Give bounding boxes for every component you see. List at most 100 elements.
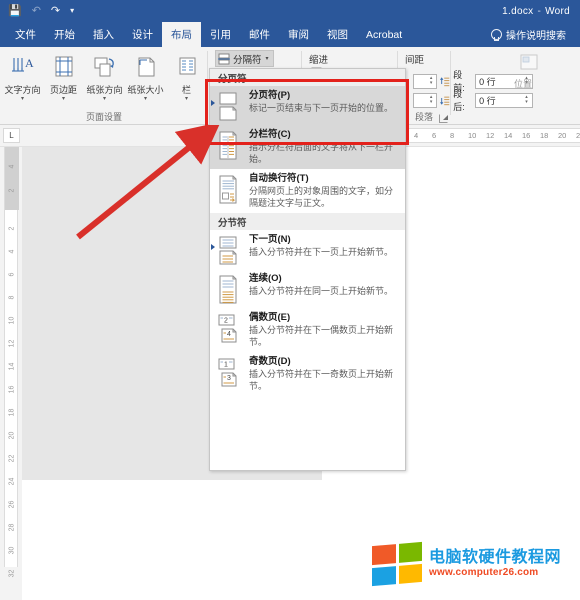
tab-stop-selector[interactable]: L — [3, 128, 20, 143]
page-break-icon — [219, 92, 237, 121]
redo-icon[interactable]: ↷ — [51, 5, 60, 17]
menu-item-text: 奇数页(D) 插入分节符并在下一奇数页上开始新节。 — [249, 356, 400, 392]
columns-label: 栏 — [181, 85, 191, 95]
orientation-label: 纸张方向 — [86, 85, 123, 95]
ruler-tick: 6 — [432, 131, 437, 140]
even-page-section-icon: 24 — [218, 314, 237, 343]
tell-me-label: 操作说明搜索 — [506, 31, 566, 42]
chevron-down-icon[interactable]: ▾ — [185, 96, 188, 102]
menu-item-text: 分栏符(C) 指示分栏符后面的文字将从下一栏开始。 — [249, 129, 400, 165]
menu-item-title: 奇数页(D) — [249, 356, 291, 367]
logo-tile — [398, 563, 422, 584]
ribbon-tab-3[interactable]: 插入 — [84, 22, 123, 47]
ruler-tick: 18 — [540, 131, 549, 140]
ribbon-tab-label: 审阅 — [288, 29, 309, 41]
ruler-tick: 4 — [414, 131, 419, 140]
vertical-ruler[interactable]: 4 2 2 4 6 8 10 12 14 16 18 20 22 24 26 28 30 32 — [0, 147, 22, 600]
orientation-button[interactable]: 纸张方向 ▾ — [84, 50, 125, 102]
customize-qat-icon[interactable]: ▾ — [70, 7, 74, 15]
text-direction-button[interactable]: A 文字方向 ▾ — [2, 50, 43, 102]
ribbon-tab-10[interactable]: Acrobat — [357, 22, 411, 47]
chevron-down-icon[interactable]: ▾ — [144, 96, 147, 102]
ribbon-group-arrange: 位置 — [452, 47, 580, 125]
save-icon[interactable]: 💾 — [8, 5, 22, 17]
position-icon[interactable] — [518, 53, 540, 80]
menu-item-2-1[interactable]: 下一页(N) 插入分节符并在下一页上开始新节。 — [210, 230, 405, 269]
margins-label: 页边距 — [49, 85, 77, 95]
ruler-tick: 12 — [486, 131, 495, 140]
columns-button[interactable]: 栏 ▾ — [166, 50, 207, 102]
menu-item-2-2[interactable]: 连续(O) 插入分节符并在同一页上开始新节。 — [210, 269, 405, 308]
ribbon-tab-4[interactable]: 设计 — [123, 22, 162, 47]
app-name: Word — [545, 5, 570, 17]
logo-tile — [398, 541, 422, 563]
paragraph-dialog-launcher[interactable] — [439, 114, 448, 123]
margins-button[interactable]: 页边距 ▾ — [43, 50, 84, 102]
menu-item-text: 偶数页(E) 插入分节符并在下一偶数页上开始新节。 — [249, 312, 400, 348]
stepper-arrows-icon[interactable]: ▴ ▾ — [427, 75, 435, 88]
svg-text:1: 1 — [224, 362, 228, 369]
arrange-group-label: 位置 — [514, 79, 533, 89]
ribbon-tab-8[interactable]: 审阅 — [279, 22, 318, 47]
menu-item-icon-wrap — [214, 90, 244, 121]
indent-right-stepper[interactable]: ▴ ▾ — [413, 92, 438, 108]
menu-item-description: 插入分节符并在下一页上开始新节。 — [249, 247, 394, 257]
vertical-ruler-tick: 10 — [8, 316, 16, 325]
menu-item-2-4[interactable]: 1 3 奇数页(D) 插入分节符并在下一奇数页上开始新节。 — [210, 352, 405, 396]
paper-size-button[interactable]: 纸张大小 ▾ — [125, 50, 166, 102]
odd-page-section-icon: 13 — [218, 358, 237, 387]
menu-item-description: 插入分节符并在下一奇数页上开始新节。 — [249, 369, 394, 391]
menu-item-2-3[interactable]: 2 4 偶数页(E) 插入分节符并在下一偶数页上开始新节。 — [210, 308, 405, 352]
chevron-down-icon[interactable]: ▾ — [266, 55, 269, 62]
vertical-ruler-tick: 8 — [8, 295, 16, 300]
svg-text:2: 2 — [224, 318, 228, 325]
menu-item-1-1[interactable]: 分页符(P) 标记一页结束与下一页开始的位置。 — [210, 86, 405, 125]
ribbon-tab-5[interactable]: 布局 — [162, 22, 201, 47]
vertical-ruler-tick: 2 — [8, 226, 16, 231]
vertical-ruler-tick: 16 — [8, 385, 16, 394]
vertical-ruler-tick: 20 — [8, 431, 16, 440]
vertical-ruler-tick: 18 — [8, 408, 16, 417]
ruler-tick: 10 — [468, 131, 477, 140]
chevron-down-icon[interactable]: ▾ — [103, 96, 106, 102]
vertical-ruler-tick: 28 — [8, 523, 16, 532]
spacing-before-icon — [440, 76, 450, 86]
ribbon-tab-2[interactable]: 开始 — [45, 22, 84, 47]
menu-item-title: 分页符(P) — [249, 90, 291, 101]
watermark-logo: 电脑软硬件教程网 www.computer26.com — [372, 541, 562, 587]
group-separator — [450, 51, 451, 115]
ribbon-tab-6[interactable]: 引用 — [201, 22, 240, 47]
tell-me-box[interactable]: 操作说明搜索 — [491, 22, 566, 47]
menu-item-description: 指示分栏符后面的文字将从下一栏开始。 — [249, 142, 394, 164]
chevron-down-icon[interactable]: ▾ — [62, 96, 65, 102]
ribbon-tab-label: 视图 — [327, 29, 348, 41]
ruler-tick: 20 — [558, 131, 567, 140]
menu-item-icon-wrap: 13 — [214, 356, 244, 387]
stepper-arrows-icon[interactable]: ▴ ▾ — [427, 94, 435, 107]
menu-item-icon-wrap: 24 — [214, 312, 244, 343]
menu-item-1-3[interactable]: 自动换行符(T) 分隔网页上的对象周围的文字，如分隔题注文字与正文。 — [210, 169, 405, 213]
vertical-ruler-tick: 24 — [8, 477, 16, 486]
page-setup-buttons: A 文字方向 ▾ 页边距 ▾ 纸张方向 ▾ 纸张大小 ▾ 栏 ▾ — [2, 50, 207, 102]
column-break-icon — [219, 131, 237, 160]
watermark-title: 电脑软硬件教程网 — [429, 549, 562, 566]
svg-text:3: 3 — [227, 375, 231, 382]
ribbon-tab-strip: 文件 开始 插入 设计 布局 引用 邮件 审阅 视图 Acrobat 操作说明搜索 — [0, 22, 580, 47]
continuous-section-icon — [219, 275, 237, 304]
menu-item-title: 分栏符(C) — [249, 129, 291, 140]
ruler-tick: 2 — [576, 131, 580, 140]
breaks-dropdown-menu[interactable]: 分页符 分页符(P) 标记一页结束与下一页开始的位置。 分栏符(C) 指示分栏符后面的文… — [209, 68, 406, 471]
ribbon-tab-label: 引用 — [210, 29, 231, 41]
chevron-down-icon[interactable]: ▾ — [21, 96, 24, 102]
paper-size-label: 纸张大小 — [127, 85, 164, 95]
breaks-button[interactable]: 分隔符 ▾ — [215, 50, 274, 67]
undo-icon[interactable]: ↶ — [32, 5, 41, 17]
ribbon-tab-7[interactable]: 邮件 — [240, 22, 279, 47]
vertical-ruler-tick: 14 — [8, 362, 16, 371]
ribbon-tab-9[interactable]: 视图 — [318, 22, 357, 47]
ribbon-tab-1[interactable]: 文件 — [6, 22, 45, 47]
vertical-ruler-tick: 6 — [8, 272, 16, 277]
menu-item-marker-icon — [211, 100, 215, 106]
logo-tile — [372, 544, 396, 565]
menu-item-1-2[interactable]: 分栏符(C) 指示分栏符后面的文字将从下一栏开始。 — [210, 125, 405, 169]
